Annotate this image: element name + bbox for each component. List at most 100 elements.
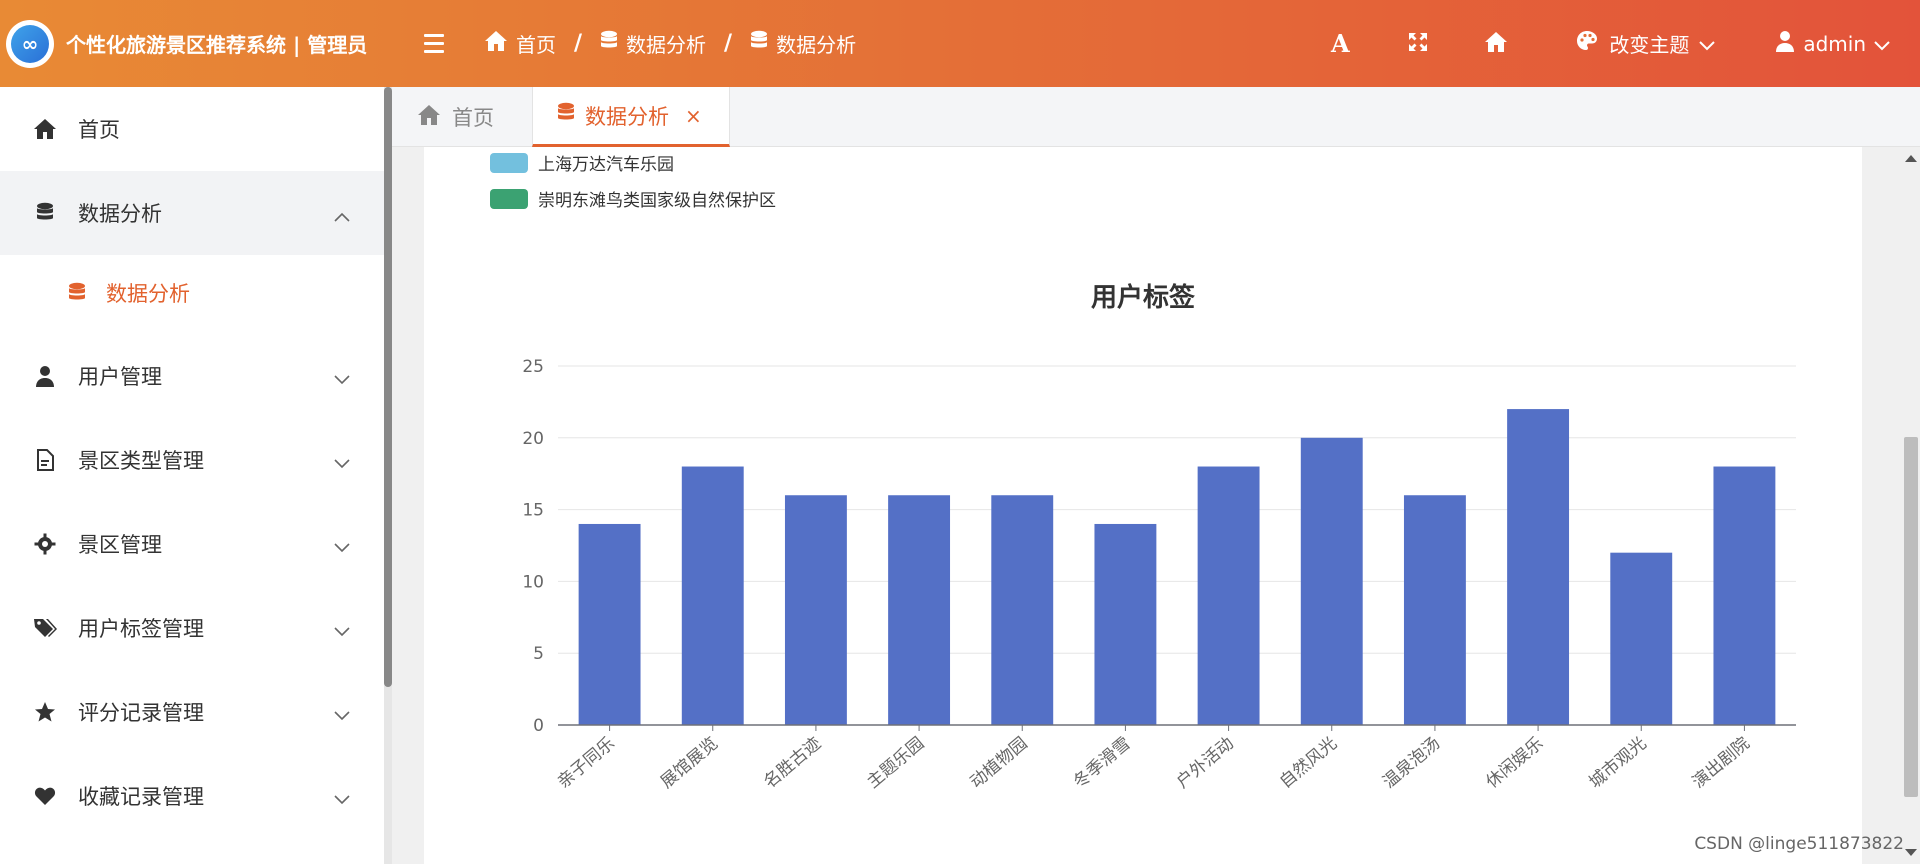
breadcrumb-label: 数据分析 bbox=[626, 33, 707, 57]
chevron-down-icon bbox=[334, 534, 350, 558]
chevron-down-icon bbox=[1699, 32, 1716, 56]
bar bbox=[1300, 437, 1363, 725]
y-tick-label: 20 bbox=[522, 429, 544, 449]
menu-toggle-button[interactable] bbox=[424, 28, 448, 58]
bar bbox=[1094, 523, 1157, 725]
hamburger-bar bbox=[424, 41, 444, 45]
chevron-down-icon bbox=[334, 618, 350, 642]
home-icon bbox=[1483, 31, 1509, 57]
x-tick-label: 休闲娱乐 bbox=[1482, 734, 1547, 793]
bar-chart: 0 5 10 15 20 25 亲子同乐 展馆展览 名胜古迹 主题乐园 动植物园 冬季滑雪 户外活动 自然… bbox=[522, 357, 1796, 793]
chevron-down-icon bbox=[334, 702, 350, 726]
chevron-down-icon bbox=[334, 366, 350, 390]
home-icon bbox=[32, 116, 58, 142]
breadcrumb-item-home[interactable]: 首页 bbox=[484, 29, 556, 58]
sidebar-item-user-tags[interactable]: 用户标签管理 bbox=[0, 586, 384, 670]
chevron-down-icon bbox=[334, 450, 350, 474]
sidebar-item-label: 景区类型管理 bbox=[78, 449, 204, 473]
app-title: 个性化旅游景区推荐系统 | 管理员 bbox=[66, 33, 368, 57]
database-icon bbox=[32, 200, 58, 226]
chart-card: 上海万达汽车乐园 崇明东滩鸟类国家级自然保护区 用户标签 0 5 10 15 20 25 亲… bbox=[424, 147, 1862, 864]
scroll-up-arrow-icon[interactable] bbox=[1905, 155, 1917, 162]
x-tick-label: 城市观光 bbox=[1586, 734, 1651, 793]
file-icon bbox=[32, 447, 58, 473]
user-dropdown[interactable]: admin bbox=[1745, 0, 1920, 87]
sidebar-item-label: 景区管理 bbox=[78, 533, 162, 557]
tab-analysis[interactable]: 数据分析 × bbox=[532, 87, 730, 147]
breadcrumb-label: 首页 bbox=[516, 33, 556, 57]
chevron-up-icon bbox=[334, 203, 350, 227]
y-tick-label: 5 bbox=[533, 644, 544, 664]
palette-icon bbox=[1575, 29, 1599, 58]
x-tick-label: 温泉泡汤 bbox=[1379, 734, 1444, 793]
sidebar-item-scenic-types[interactable]: 景区类型管理 bbox=[0, 418, 384, 502]
brand: ∞ 个性化旅游景区推荐系统 | 管理员 bbox=[0, 0, 388, 87]
bar bbox=[991, 495, 1054, 725]
top-header: ∞ 个性化旅游景区推荐系统 | 管理员 首页 / 数据分析 / 数据分析 A 改… bbox=[0, 0, 1920, 87]
x-tick-label: 主题乐园 bbox=[863, 734, 928, 793]
bar bbox=[1507, 409, 1570, 725]
sidebar-item-label: 数据分析 bbox=[78, 202, 162, 226]
breadcrumb-item-current[interactable]: 数据分析 bbox=[750, 29, 856, 58]
sidebar-item-analysis[interactable]: 数据分析 bbox=[0, 171, 384, 255]
x-tick-label: 冬季滑雪 bbox=[1070, 734, 1135, 793]
logo: ∞ bbox=[6, 19, 54, 68]
page-scrollbar-thumb[interactable] bbox=[1904, 437, 1918, 797]
tabs-bar: 首页 数据分析 × bbox=[392, 87, 1920, 147]
bar bbox=[681, 466, 744, 725]
chevron-down-icon bbox=[1874, 32, 1890, 56]
bar bbox=[784, 495, 847, 725]
close-icon[interactable]: × bbox=[685, 104, 702, 128]
x-tick-label: 动植物园 bbox=[967, 734, 1032, 793]
x-tick-label: 展馆展览 bbox=[657, 734, 722, 793]
theme-label: 改变主题 bbox=[1609, 33, 1690, 57]
breadcrumb-item-analysis[interactable]: 数据分析 bbox=[600, 29, 706, 58]
sidebar-item-label: 评分记录管理 bbox=[78, 701, 204, 725]
font-size-button[interactable]: A bbox=[1301, 0, 1379, 87]
sidebar-scrollbar-thumb[interactable] bbox=[384, 87, 392, 687]
tab-home[interactable]: 首页 bbox=[392, 87, 532, 147]
fullscreen-icon bbox=[1407, 31, 1429, 57]
bar bbox=[1713, 466, 1776, 725]
x-tick-label: 演出剧院 bbox=[1689, 734, 1754, 793]
watermark: CSDN @linge511873822 bbox=[1694, 834, 1904, 854]
bar bbox=[1403, 495, 1466, 725]
database-icon bbox=[557, 102, 575, 129]
y-tick-label: 10 bbox=[522, 572, 544, 592]
header-actions: A 改变主题 admin bbox=[1301, 0, 1920, 87]
fullscreen-button[interactable] bbox=[1379, 0, 1457, 87]
sidebar-scrollbar[interactable] bbox=[384, 87, 392, 864]
scroll-down-arrow-icon[interactable] bbox=[1905, 849, 1917, 856]
breadcrumb-separator: / bbox=[574, 31, 583, 56]
sidebar-item-ratings[interactable]: 评分记录管理 bbox=[0, 670, 384, 754]
sidebar-item-favorites[interactable]: 收藏记录管理 bbox=[0, 754, 384, 838]
theme-dropdown[interactable]: 改变主题 bbox=[1535, 0, 1745, 87]
breadcrumb-label: 数据分析 bbox=[776, 33, 857, 57]
main-content: 上海万达汽车乐园 崇明东滩鸟类国家级自然保护区 用户标签 0 5 10 15 20 25 亲… bbox=[392, 147, 1902, 864]
sidebar-item-label: 收藏记录管理 bbox=[78, 785, 204, 809]
database-icon bbox=[750, 30, 768, 57]
sidebar-item-scenic[interactable]: 景区管理 bbox=[0, 502, 384, 586]
hamburger-bar bbox=[424, 49, 444, 53]
bar bbox=[1610, 552, 1673, 725]
bar bbox=[1197, 466, 1260, 725]
sidebar-subitem-label: 数据分析 bbox=[106, 282, 190, 306]
star-icon bbox=[32, 699, 58, 725]
user-icon bbox=[1775, 30, 1795, 57]
sidebar-subitem-analysis[interactable]: 数据分析 bbox=[0, 255, 384, 331]
database-icon bbox=[64, 280, 90, 306]
y-tick-label: 0 bbox=[533, 716, 544, 736]
sidebar-item-home[interactable]: 首页 bbox=[0, 87, 384, 171]
page-scrollbar[interactable] bbox=[1902, 147, 1920, 864]
home-icon bbox=[484, 30, 508, 57]
breadcrumb: 首页 / 数据分析 / 数据分析 bbox=[484, 0, 856, 87]
tags-icon bbox=[32, 615, 58, 641]
x-tick-label: 名胜古迹 bbox=[760, 734, 825, 793]
sidebar-item-label: 用户管理 bbox=[78, 365, 162, 389]
chevron-down-icon bbox=[334, 786, 350, 810]
tab-label: 数据分析 bbox=[585, 104, 669, 129]
tab-label: 首页 bbox=[452, 106, 494, 130]
database-icon bbox=[600, 30, 618, 57]
home-button[interactable] bbox=[1457, 0, 1535, 87]
sidebar-item-users[interactable]: 用户管理 bbox=[0, 334, 384, 418]
